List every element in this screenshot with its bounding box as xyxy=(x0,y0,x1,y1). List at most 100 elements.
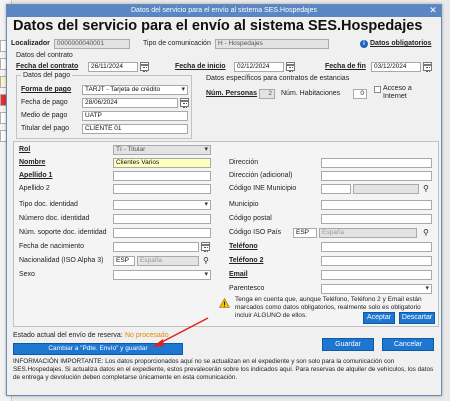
municipio-ine-name xyxy=(353,184,419,194)
acceso-internet-checkbox[interactable] xyxy=(374,86,381,93)
tipo-comunicacion-input[interactable]: H - Hospedajes xyxy=(215,39,329,49)
rol-label: Rol xyxy=(19,146,31,153)
fecha-fin-label: Fecha de fin xyxy=(325,63,366,70)
medio-pago-label: Medio de pago xyxy=(21,112,68,119)
apellido2-label: Apellido 2 xyxy=(19,185,50,192)
estancias-section-label: Datos específicos para contratos de esta… xyxy=(206,75,350,82)
forma-pago-select[interactable]: TARJT - Tarjeta de crédito xyxy=(82,85,188,95)
codigo-iso-pais-label: Código ISO País xyxy=(229,229,282,236)
dialog-window: Datos del servicio para el envío al sist… xyxy=(6,4,442,396)
calendar-icon[interactable] xyxy=(423,62,432,72)
warning-text-2: marcados como datos obligatorios, realme… xyxy=(235,304,421,311)
window-title: Datos del servicio para el envío al sist… xyxy=(131,7,317,14)
fecha-contrato-label: Fecha del contrato xyxy=(16,63,79,70)
guardar-button[interactable]: Guardar xyxy=(322,338,374,351)
forma-pago-label: Forma de pago xyxy=(21,86,72,93)
binoculars-icon[interactable]: ⚲ xyxy=(203,256,213,265)
binoculars-icon[interactable]: ⚲ xyxy=(423,184,433,193)
close-icon[interactable]: ✕ xyxy=(426,5,440,16)
email-input[interactable] xyxy=(321,270,432,280)
fecha-nac-input[interactable] xyxy=(113,242,199,252)
warning-text-1: Tenga en cuenta que, aunque Teléfono, Te… xyxy=(235,296,422,303)
sexo-label: Sexo xyxy=(19,271,35,278)
codigo-ine-input[interactable] xyxy=(321,184,351,194)
num-soporte-label: Núm. soporte doc. identidad xyxy=(19,229,107,236)
apellido1-label: Apellido 1 xyxy=(19,172,53,179)
direccion-input[interactable] xyxy=(321,158,432,168)
tipo-doc-label: Tipo doc. identidad xyxy=(19,201,78,208)
fecha-contrato-input[interactable]: 26/11/2024 xyxy=(88,62,138,72)
telefono-label: Teléfono xyxy=(229,243,258,250)
pais-code-input[interactable]: ESP xyxy=(293,228,317,238)
direccion-label: Dirección xyxy=(229,159,259,166)
datos-obligatorios-link[interactable]: Datos obligatorios xyxy=(370,40,431,47)
apellido1-input[interactable] xyxy=(113,171,211,181)
num-personas-input[interactable]: 2 xyxy=(259,89,275,99)
cambiar-pdte-envio-button[interactable]: Cambiar a "Pdte. Envío" y guardar xyxy=(13,343,183,355)
warning-text-3: incluir ALGUNO de ellos. xyxy=(235,312,307,319)
title-bar: Datos del servicio para el envío al sist… xyxy=(7,5,441,17)
num-habitaciones-input[interactable]: 0 xyxy=(353,89,367,99)
fecha-nac-label: Fecha de nacimiento xyxy=(19,243,84,250)
num-soporte-input[interactable] xyxy=(113,228,211,238)
info-line-1: INFORMACIÓN IMPORTANTE: Los datos propor… xyxy=(13,358,395,365)
telefono2-label: Teléfono 2 xyxy=(229,257,264,264)
info-icon: i xyxy=(360,40,368,48)
municipio-input[interactable] xyxy=(321,200,432,210)
num-personas-label: Núm. Personas xyxy=(206,90,257,97)
num-habitaciones-label: Núm. Habitaciones xyxy=(281,90,341,97)
fecha-fin-input[interactable]: 03/12/2024 xyxy=(371,62,421,72)
calendar-icon[interactable] xyxy=(201,242,210,252)
parentesco-label: Parentesco xyxy=(229,285,265,292)
direccion-adicional-input[interactable] xyxy=(321,171,432,181)
descartar-button[interactable]: Descartar xyxy=(399,312,435,324)
nombre-label: Nombre xyxy=(19,159,46,166)
info-line-2: SES.Hospedajes. Si actualiza datos en el… xyxy=(13,366,434,373)
info-line-3: de entrega y devolución deben completars… xyxy=(13,374,238,381)
calendar-icon[interactable] xyxy=(180,98,189,108)
rol-select[interactable]: TI - Titular xyxy=(113,145,211,155)
page-title: Datos del servicio para el envío al sist… xyxy=(13,18,423,34)
acceso-internet-label-2: Internet xyxy=(383,93,407,100)
localizador-input[interactable]: 0000000040001 xyxy=(54,39,130,49)
codigo-ine-label: Código INE Municipio xyxy=(229,185,297,192)
medio-pago-input[interactable]: UATP xyxy=(82,111,188,121)
acceso-internet-label: Acceso a xyxy=(383,85,412,92)
numero-doc-label: Número doc. identidad xyxy=(19,215,90,222)
fecha-pago-input[interactable]: 28/06/2024 xyxy=(82,98,178,108)
fecha-pago-label: Fecha de pago xyxy=(21,99,68,106)
titular-pago-input[interactable]: CLIENTE 01 xyxy=(82,124,188,134)
cancelar-button[interactable]: Cancelar xyxy=(382,338,434,351)
estado-label: Estado actual del envío de reserva: xyxy=(13,332,123,339)
parentesco-select[interactable] xyxy=(321,284,432,294)
contrato-section-label: Datos del contrato xyxy=(16,52,73,59)
direccion-adicional-label: Dirección (adicional) xyxy=(229,172,293,179)
telefono-input[interactable] xyxy=(321,242,432,252)
sexo-select[interactable] xyxy=(113,270,211,280)
calendar-icon[interactable] xyxy=(286,62,295,72)
nacionalidad-name-input: España xyxy=(137,256,199,266)
calendar-icon[interactable] xyxy=(140,62,149,72)
municipio-label: Municipio xyxy=(229,201,259,208)
apellido2-input[interactable] xyxy=(113,184,211,194)
codigo-postal-label: Código postal xyxy=(229,215,272,222)
nacionalidad-label: Nacionalidad (ISO Alpha 3) xyxy=(19,257,104,264)
email-label: Email xyxy=(229,271,248,278)
telefono2-input[interactable] xyxy=(321,256,432,266)
codigo-postal-input[interactable] xyxy=(321,214,432,224)
pago-section-label: Datos del pago xyxy=(21,72,73,79)
aceptar-button[interactable]: Aceptar xyxy=(363,312,395,324)
tipo-doc-select[interactable] xyxy=(113,200,211,210)
numero-doc-input[interactable] xyxy=(113,214,211,224)
titular-pago-label: Titular del pago xyxy=(21,125,69,132)
fecha-inicio-input[interactable]: 02/12/2024 xyxy=(234,62,284,72)
estado-value: No procesado xyxy=(125,332,169,339)
nacionalidad-code-input[interactable]: ESP xyxy=(113,256,135,266)
localizador-label: Localizador xyxy=(11,40,50,47)
nombre-input[interactable]: Clientes Varios xyxy=(113,158,211,168)
binoculars-icon[interactable]: ⚲ xyxy=(423,228,433,237)
warning-icon xyxy=(218,297,231,308)
tipo-comunicacion-label: Tipo de comunicación xyxy=(143,40,211,47)
pais-name-input: España xyxy=(319,228,417,238)
fecha-inicio-label: Fecha de inicio xyxy=(175,63,226,70)
